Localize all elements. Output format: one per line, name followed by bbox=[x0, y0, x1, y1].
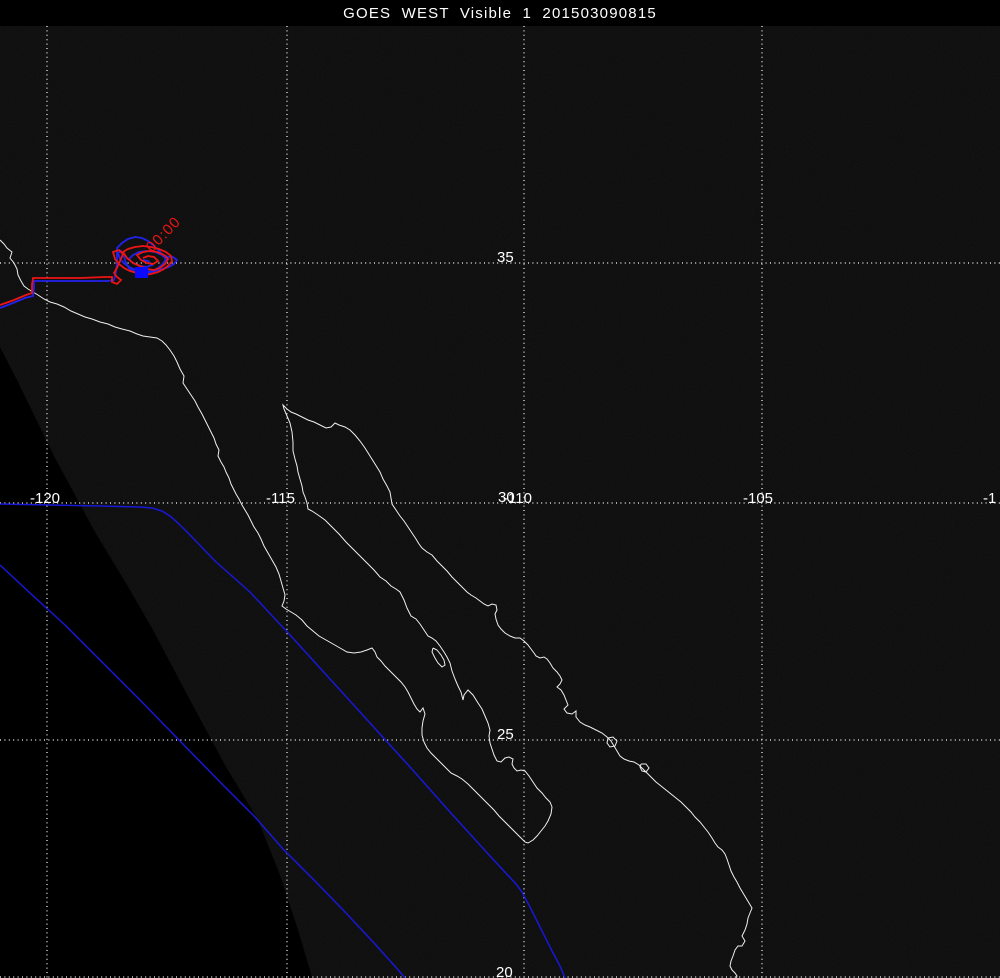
lat-label: 35 bbox=[497, 249, 514, 266]
image-title: GOES WEST Visible 1 201503090815 bbox=[343, 4, 657, 22]
lon-label: -105 bbox=[743, 490, 773, 507]
lat-label: 25 bbox=[497, 726, 514, 743]
title-bar: GOES WEST Visible 1 201503090815 bbox=[0, 0, 1000, 26]
lon-label: -1 bbox=[983, 490, 996, 507]
lon-label: -120 bbox=[30, 490, 60, 507]
satellite-image-viewer: 00:00 35 30 25 20 -120 -115 -110 -105 -1 GOES WE… bbox=[0, 0, 1000, 978]
satellite-map: 00:00 35302520-120 -115 -110 -105 -1 bbox=[0, 26, 1000, 978]
lat-label: 20 bbox=[496, 964, 513, 978]
track-marker bbox=[135, 267, 148, 278]
lon-label: -110 bbox=[503, 490, 532, 507]
lon-label: -115 bbox=[266, 490, 295, 507]
